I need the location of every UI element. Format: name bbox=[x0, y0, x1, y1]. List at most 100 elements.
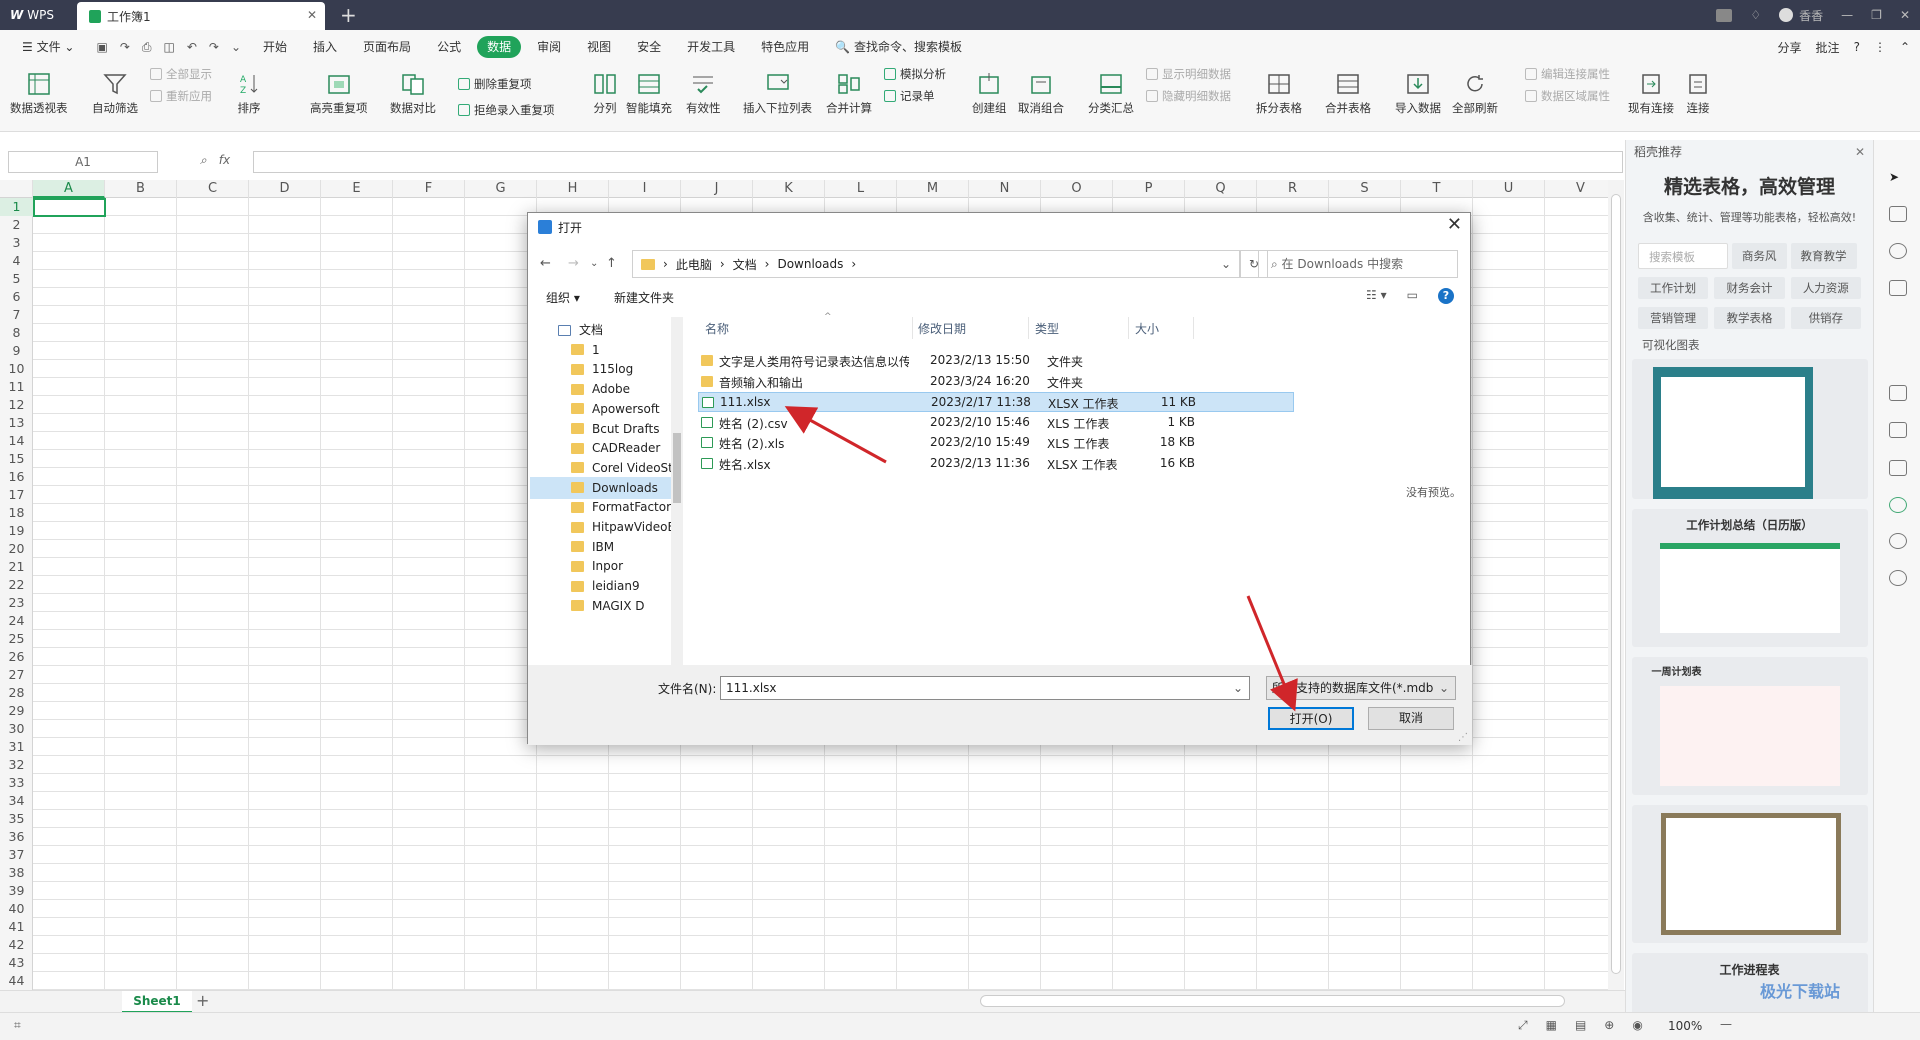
tree-item[interactable]: FormatFactor bbox=[571, 496, 671, 518]
new-folder-button[interactable]: 新建文件夹 bbox=[614, 289, 674, 306]
active-cell[interactable] bbox=[33, 198, 106, 217]
column-header[interactable]: K bbox=[753, 180, 825, 198]
row-header[interactable]: 24 bbox=[0, 612, 33, 630]
tree-item[interactable]: 115log bbox=[571, 358, 633, 380]
back-icon[interactable]: ← bbox=[540, 256, 551, 271]
page-layout-icon[interactable]: ▤ bbox=[1575, 1018, 1586, 1033]
column-header[interactable]: Q bbox=[1185, 180, 1257, 198]
reapply-button[interactable]: 重新应用 bbox=[150, 88, 212, 104]
pointer-icon[interactable]: ➤ bbox=[1889, 170, 1907, 186]
column-header[interactable]: B bbox=[105, 180, 177, 198]
subtotal-button[interactable]: 分类汇总 bbox=[1088, 64, 1134, 116]
row-header[interactable]: 16 bbox=[0, 468, 33, 486]
search-input[interactable]: ⌕ 在 Downloads 中搜索 bbox=[1258, 250, 1458, 278]
column-header[interactable]: P bbox=[1113, 180, 1185, 198]
help-button[interactable]: ? bbox=[1854, 40, 1860, 54]
formula-input[interactable] bbox=[253, 151, 1623, 173]
tree-scrollbar[interactable] bbox=[671, 317, 683, 667]
share-button[interactable]: 分享 bbox=[1778, 39, 1802, 56]
close-window-icon[interactable]: ✕ bbox=[1900, 8, 1910, 22]
column-header[interactable]: J bbox=[681, 180, 753, 198]
tree-item[interactable]: Inpor bbox=[571, 555, 623, 577]
breadcrumb-downloads[interactable]: Downloads bbox=[777, 257, 843, 271]
row-header[interactable]: 41 bbox=[0, 918, 33, 936]
row-header[interactable]: 38 bbox=[0, 864, 33, 882]
add-sheet-button[interactable]: + bbox=[196, 991, 209, 1010]
tab-data[interactable]: 数据 bbox=[477, 36, 522, 58]
tag-work-plan[interactable]: 工作计划 bbox=[1638, 277, 1709, 299]
up-icon[interactable]: ↑ bbox=[606, 256, 617, 271]
row-header[interactable]: 5 bbox=[0, 270, 33, 288]
row-header[interactable]: 3 bbox=[0, 234, 33, 252]
chevron-down-icon[interactable]: ⌄ bbox=[1233, 677, 1243, 699]
highlight-duplicates-button[interactable]: 高亮重复项 bbox=[310, 64, 368, 116]
tag-education[interactable]: 教育教学 bbox=[1790, 243, 1857, 269]
column-header[interactable]: M bbox=[897, 180, 969, 198]
column-size[interactable]: 大小 bbox=[1135, 320, 1159, 337]
simulate-analysis-button[interactable]: 模拟分析 bbox=[884, 66, 946, 82]
row-header[interactable]: 31 bbox=[0, 738, 33, 756]
row-header[interactable]: 10 bbox=[0, 360, 33, 378]
tab-page-layout[interactable]: 页面布局 bbox=[353, 36, 421, 58]
tab-developer[interactable]: 开发工具 bbox=[677, 36, 745, 58]
tree-item[interactable]: IBM bbox=[571, 536, 614, 558]
forward-icon[interactable]: → bbox=[568, 256, 579, 271]
save-icon[interactable]: ▣ bbox=[96, 40, 107, 55]
row-header[interactable]: 37 bbox=[0, 846, 33, 864]
template-card[interactable] bbox=[1631, 805, 1868, 943]
hide-detail-button[interactable]: 隐藏明细数据 bbox=[1146, 88, 1231, 104]
column-name[interactable]: 名称 bbox=[705, 320, 729, 337]
row-header[interactable]: 34 bbox=[0, 792, 33, 810]
refresh-all-button[interactable]: 全部刷新 bbox=[1452, 64, 1498, 116]
tab-view[interactable]: 视图 bbox=[577, 36, 621, 58]
edit-link-button[interactable]: 编辑连接属性 bbox=[1525, 66, 1610, 82]
consolidate-button[interactable]: 合并计算 bbox=[826, 64, 872, 116]
file-type-select[interactable]: 所有支持的数据库文件(*.mdb ⌄ bbox=[1266, 676, 1456, 700]
zoom-level[interactable]: 100% bbox=[1668, 1019, 1702, 1033]
organize-button[interactable]: 组织 ▾ bbox=[546, 289, 580, 306]
file-menu[interactable]: ☰ 文件 ⌄ bbox=[12, 36, 84, 58]
tag-finance[interactable]: 财务会计 bbox=[1714, 277, 1785, 299]
help-icon[interactable]: ? bbox=[1438, 288, 1454, 304]
tree-item[interactable]: Adobe bbox=[571, 378, 630, 400]
history-icon[interactable] bbox=[1889, 533, 1907, 549]
normal-view-icon[interactable]: ▦ bbox=[1546, 1018, 1557, 1033]
tab-formula[interactable]: 公式 bbox=[427, 36, 471, 58]
maximize-icon[interactable]: ❐ bbox=[1871, 8, 1882, 22]
connect-button[interactable]: 连接 bbox=[1685, 64, 1711, 116]
row-header[interactable]: 17 bbox=[0, 486, 33, 504]
new-tab-button[interactable]: + bbox=[340, 3, 357, 27]
row-header[interactable]: 8 bbox=[0, 324, 33, 342]
insert-dropdown-button[interactable]: 插入下拉列表 bbox=[743, 64, 812, 116]
tag-hr[interactable]: 人力资源 bbox=[1790, 277, 1861, 299]
column-header[interactable]: T bbox=[1401, 180, 1473, 198]
tag-inventory[interactable]: 供销存 bbox=[1790, 307, 1861, 329]
column-header[interactable]: S bbox=[1329, 180, 1401, 198]
file-row[interactable]: 姓名 (2).csv 2023/2/10 15:46 XLS 工作表 1 KB bbox=[698, 413, 1294, 433]
more-icon[interactable]: ⋮ bbox=[1874, 40, 1886, 54]
customize-icon[interactable]: ⌄ bbox=[231, 40, 241, 55]
row-header[interactable]: 43 bbox=[0, 954, 33, 972]
row-header[interactable]: 28 bbox=[0, 684, 33, 702]
fullscreen-icon[interactable]: ⤢ bbox=[1518, 1018, 1528, 1033]
file-row[interactable]: 文字是人类用符号记录表达信息以传之久... 2023/2/13 15:50 文件夹 bbox=[698, 351, 1294, 371]
row-header[interactable]: 23 bbox=[0, 594, 33, 612]
ungroup-button[interactable]: 取消组合 bbox=[1018, 64, 1064, 116]
tab-security[interactable]: 安全 bbox=[627, 36, 671, 58]
template-card[interactable] bbox=[1631, 359, 1868, 499]
row-header[interactable]: 4 bbox=[0, 252, 33, 270]
undo-icon[interactable]: ↶ bbox=[187, 40, 197, 55]
row-header[interactable]: 9 bbox=[0, 342, 33, 360]
close-tab-icon[interactable]: ✕ bbox=[307, 8, 317, 22]
print-icon[interactable]: ⎙ bbox=[142, 40, 152, 55]
select-all-corner[interactable] bbox=[0, 180, 33, 198]
breadcrumb-this-pc[interactable]: 此电脑 bbox=[676, 256, 712, 273]
vertical-scroll-thumb[interactable] bbox=[1611, 194, 1621, 974]
table-icon[interactable] bbox=[1889, 280, 1907, 296]
tree-item[interactable]: 文档 bbox=[558, 319, 603, 341]
row-header[interactable]: 11 bbox=[0, 378, 33, 396]
wps-home-tab[interactable]: W WPS bbox=[0, 0, 75, 30]
file-row[interactable]: 姓名 (2).xls 2023/2/10 15:49 XLS 工作表 18 KB bbox=[698, 433, 1294, 453]
row-header[interactable]: 18 bbox=[0, 504, 33, 522]
tab-special-apps[interactable]: 特色应用 bbox=[751, 36, 819, 58]
